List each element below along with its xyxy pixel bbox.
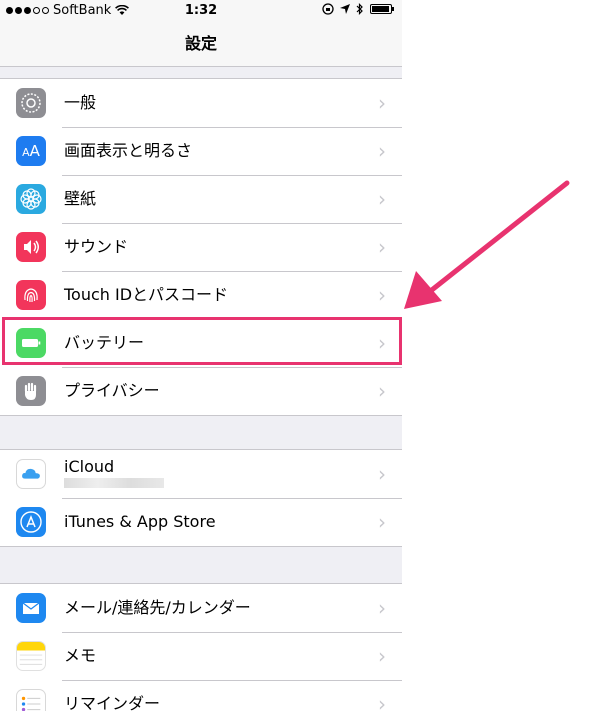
pointer-arrow-icon bbox=[404, 180, 570, 309]
